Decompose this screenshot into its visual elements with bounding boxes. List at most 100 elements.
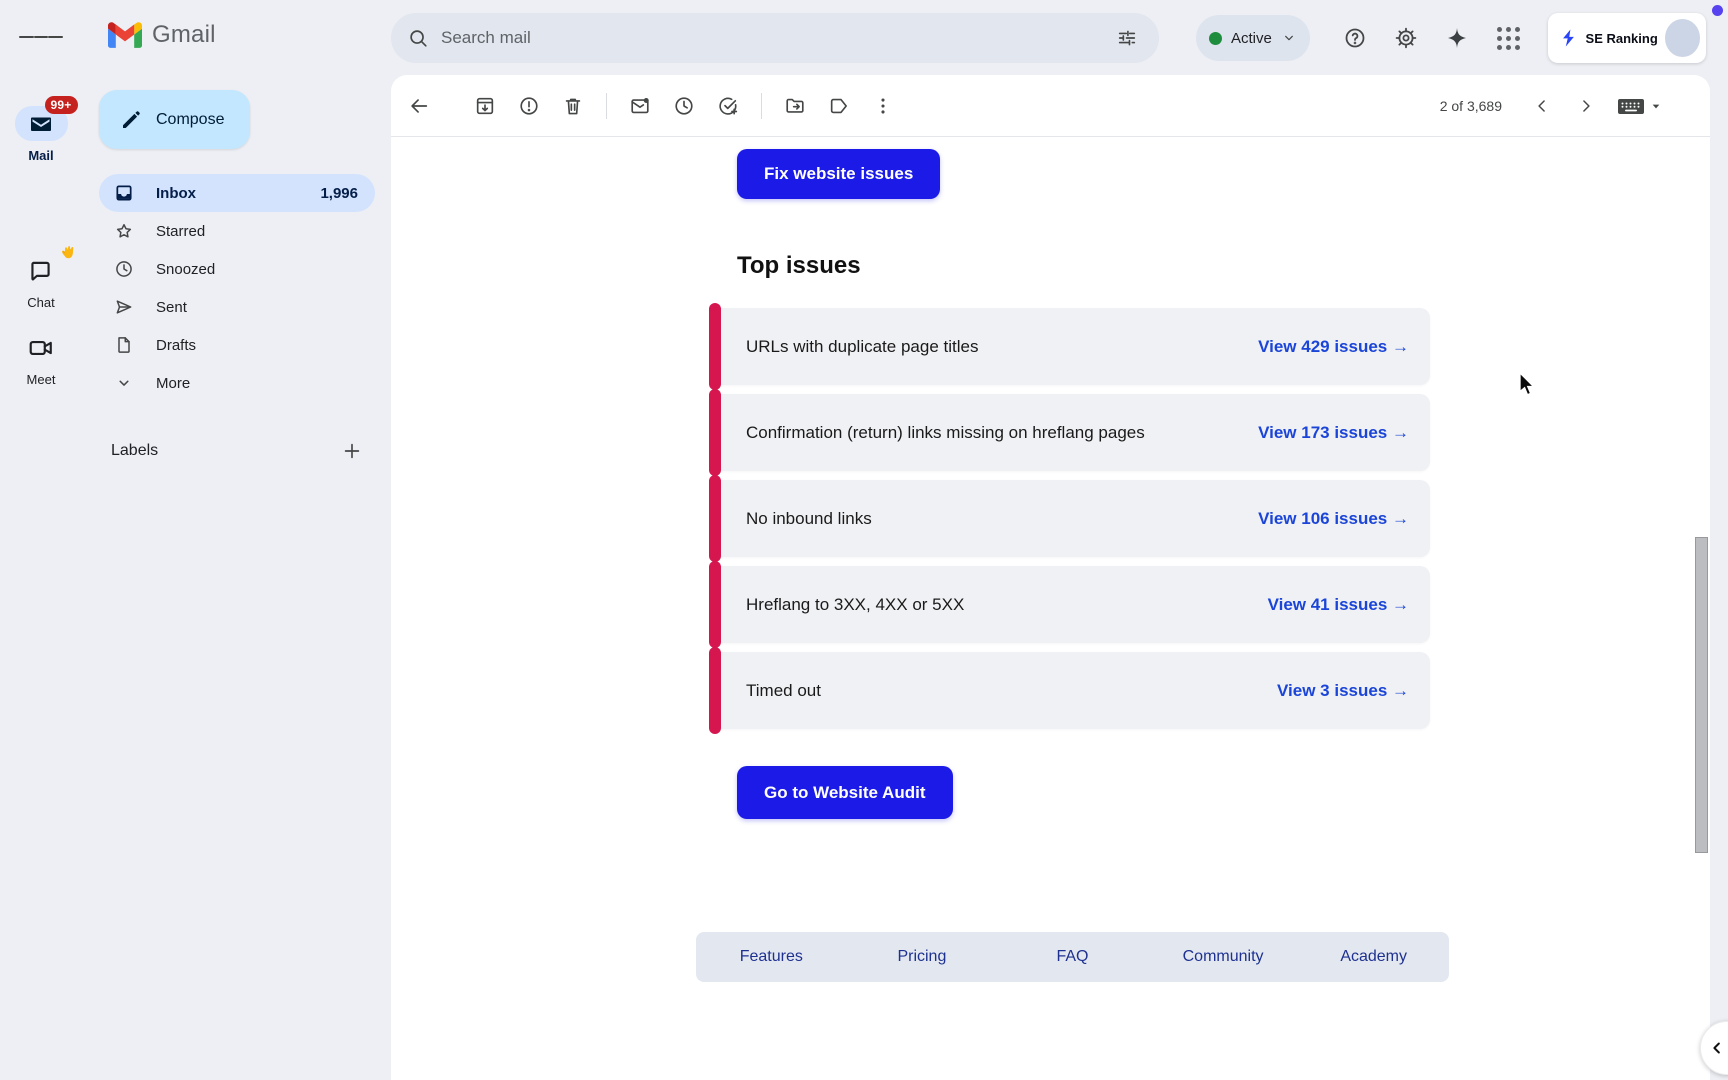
issue-title: Timed out bbox=[746, 678, 821, 704]
vertical-scrollbar[interactable] bbox=[1695, 537, 1708, 853]
compose-button[interactable]: Compose bbox=[99, 90, 250, 149]
labels-icon[interactable] bbox=[817, 84, 861, 128]
caret-down-icon bbox=[1648, 98, 1664, 114]
gmail-sidebar: Compose Inbox 1,996 Starred Snoozed bbox=[82, 75, 388, 1080]
prev-email-icon[interactable] bbox=[1520, 84, 1564, 128]
settings-gear-icon[interactable] bbox=[1383, 15, 1429, 61]
fix-website-issues-button[interactable]: Fix website issues bbox=[737, 149, 940, 199]
footer-link-academy[interactable]: Academy bbox=[1298, 948, 1449, 966]
pagination-counter: 2 of 3,689 bbox=[1440, 98, 1502, 114]
sidebar-item-label: More bbox=[156, 375, 190, 392]
gemini-sparkle-icon[interactable] bbox=[1434, 15, 1480, 61]
chevron-down-icon bbox=[114, 373, 134, 393]
email-content: Fix website issues Top issues URLs with … bbox=[391, 149, 1710, 982]
footer-link-community[interactable]: Community bbox=[1148, 948, 1299, 966]
help-icon[interactable] bbox=[1332, 15, 1378, 61]
mail-toolbar: 2 of 3,689 bbox=[391, 75, 1710, 137]
issue-card: Hreflang to 3XX, 4XX or 5XX View 41 issu… bbox=[710, 566, 1430, 643]
search-bar[interactable] bbox=[391, 13, 1159, 63]
report-spam-icon[interactable] bbox=[507, 84, 551, 128]
status-green-dot bbox=[1209, 32, 1222, 45]
compose-label: Compose bbox=[156, 111, 224, 129]
footer-link-faq[interactable]: FAQ bbox=[997, 948, 1148, 966]
gmail-wordmark: Gmail bbox=[152, 21, 216, 49]
search-icon[interactable] bbox=[407, 27, 429, 49]
sidebar-item-more[interactable]: More bbox=[99, 364, 375, 402]
add-label-icon[interactable] bbox=[336, 435, 368, 467]
wave-hand-icon bbox=[55, 240, 81, 266]
rail-item-meet[interactable]: Meet bbox=[0, 330, 82, 387]
view-issues-link[interactable]: View 106 issues → bbox=[1258, 509, 1409, 529]
pencil-icon bbox=[119, 108, 143, 132]
tune-icon[interactable] bbox=[1105, 16, 1149, 60]
apps-grid-icon[interactable] bbox=[1485, 15, 1531, 61]
sidebar-item-label: Starred bbox=[156, 223, 205, 240]
issue-card: Timed out View 3 issues → bbox=[710, 652, 1430, 729]
notification-dot bbox=[1712, 5, 1723, 16]
draft-icon bbox=[114, 335, 134, 355]
se-ranking-account[interactable]: SE Ranking bbox=[1548, 13, 1706, 63]
footer-link-pricing[interactable]: Pricing bbox=[847, 948, 998, 966]
issue-card: URLs with duplicate page titles View 429… bbox=[710, 308, 1430, 385]
folder-list: Inbox 1,996 Starred Snoozed Sent Draft bbox=[99, 174, 375, 402]
issue-severity-stripe bbox=[709, 303, 721, 390]
go-to-website-audit-button[interactable]: Go to Website Audit bbox=[737, 766, 953, 819]
rail-label-meet: Meet bbox=[0, 372, 82, 387]
search-input[interactable] bbox=[441, 28, 1105, 48]
rail-item-chat[interactable]: Chat bbox=[0, 253, 82, 310]
rail-label-chat: Chat bbox=[0, 295, 82, 310]
view-issues-link[interactable]: View 41 issues → bbox=[1268, 595, 1409, 615]
mark-unread-icon[interactable] bbox=[618, 84, 662, 128]
sidebar-item-drafts[interactable]: Drafts bbox=[99, 326, 375, 364]
sidebar-item-inbox[interactable]: Inbox 1,996 bbox=[99, 174, 375, 212]
next-email-icon[interactable] bbox=[1564, 84, 1608, 128]
meet-camera-icon bbox=[28, 335, 54, 361]
mail-icon bbox=[29, 112, 53, 136]
labels-title: Labels bbox=[111, 442, 158, 460]
sidebar-item-label: Inbox bbox=[156, 185, 196, 202]
footer-link-features[interactable]: Features bbox=[696, 948, 847, 966]
sidebar-item-starred[interactable]: Starred bbox=[99, 212, 375, 250]
avatar[interactable] bbox=[1665, 19, 1700, 57]
status-selector[interactable]: Active bbox=[1196, 15, 1310, 61]
gmail-logo: Gmail bbox=[108, 21, 216, 49]
message-pane: 2 of 3,689 Fix website is bbox=[391, 75, 1710, 1080]
view-issues-link[interactable]: View 173 issues → bbox=[1258, 423, 1409, 443]
send-icon bbox=[114, 297, 134, 317]
chevron-down-icon bbox=[1281, 30, 1297, 46]
delete-icon[interactable] bbox=[551, 84, 595, 128]
input-tools-keyboard-icon[interactable] bbox=[1616, 95, 1664, 117]
labels-header: Labels bbox=[111, 435, 368, 467]
sidebar-item-sent[interactable]: Sent bbox=[99, 288, 375, 326]
chevron-left-icon bbox=[1708, 1039, 1726, 1057]
mail-unread-badge: 99+ bbox=[45, 96, 78, 114]
issues-list: URLs with duplicate page titles View 429… bbox=[710, 308, 1430, 729]
issue-title: Hreflang to 3XX, 4XX or 5XX bbox=[746, 592, 964, 618]
archive-icon[interactable] bbox=[463, 84, 507, 128]
inbox-icon bbox=[114, 183, 134, 203]
top-issues-heading: Top issues bbox=[737, 252, 1710, 280]
move-to-icon[interactable] bbox=[773, 84, 817, 128]
issue-severity-stripe bbox=[709, 475, 721, 562]
more-options-icon[interactable] bbox=[861, 84, 905, 128]
rail-label-mail: Mail bbox=[0, 148, 82, 163]
issue-severity-stripe bbox=[709, 561, 721, 648]
inbox-count: 1,996 bbox=[320, 185, 358, 202]
rail-item-mail[interactable]: 99+ Mail bbox=[0, 106, 82, 163]
add-to-tasks-icon[interactable] bbox=[706, 84, 750, 128]
email-footer-nav: Features Pricing FAQ Community Academy bbox=[696, 932, 1449, 982]
chat-icon bbox=[28, 258, 54, 284]
menu-icon[interactable] bbox=[19, 17, 63, 61]
back-arrow-icon[interactable] bbox=[397, 84, 441, 128]
issue-title: URLs with duplicate page titles bbox=[746, 334, 978, 360]
se-ranking-bolt-icon bbox=[1560, 27, 1579, 49]
sidebar-item-snoozed[interactable]: Snoozed bbox=[99, 250, 375, 288]
snooze-icon[interactable] bbox=[662, 84, 706, 128]
issue-card: Confirmation (return) links missing on h… bbox=[710, 394, 1430, 471]
sidebar-item-label: Snoozed bbox=[156, 261, 215, 278]
account-label: SE Ranking bbox=[1586, 31, 1658, 46]
view-issues-link[interactable]: View 3 issues → bbox=[1277, 681, 1409, 701]
view-issues-link[interactable]: View 429 issues → bbox=[1258, 337, 1409, 357]
issue-title: No inbound links bbox=[746, 506, 872, 532]
status-label: Active bbox=[1231, 30, 1272, 47]
